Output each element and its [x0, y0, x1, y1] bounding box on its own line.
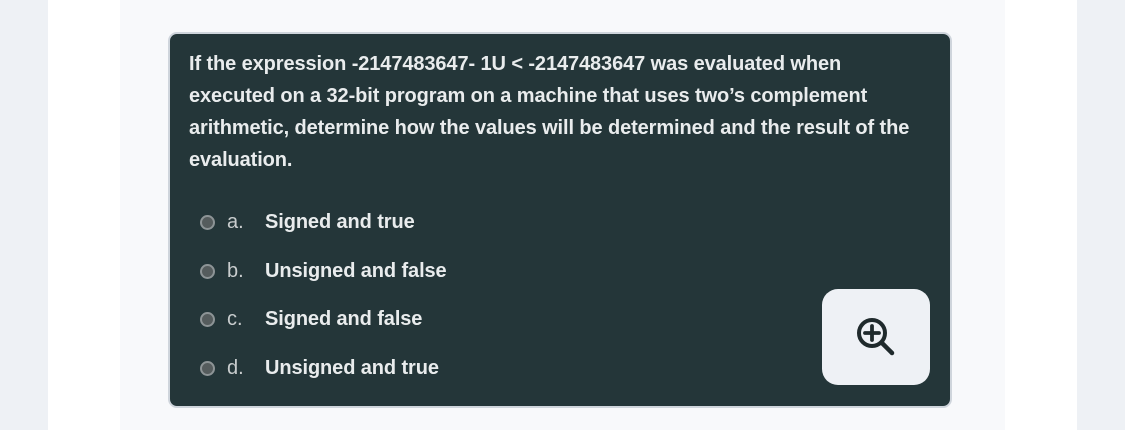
option-a[interactable]: a. Signed and true — [200, 207, 415, 237]
option-d[interactable]: d. Unsigned and true — [200, 353, 439, 383]
option-b[interactable]: b. Unsigned and false — [200, 256, 447, 286]
radio-button-b[interactable] — [200, 263, 215, 279]
question-text: If the expression -2147483647- 1U < -214… — [189, 53, 910, 171]
radio-button-c[interactable] — [200, 311, 215, 327]
radio-button-a[interactable] — [200, 214, 215, 230]
zoom-button[interactable] — [822, 289, 930, 385]
option-label-b: Unsigned and false — [265, 259, 447, 282]
option-label-c: Signed and false — [265, 307, 423, 330]
question-card: If the expression -2147483647- 1U < -214… — [168, 32, 952, 408]
option-letter-c: c. — [227, 307, 243, 330]
option-label-a: Signed and true — [265, 210, 415, 233]
option-letter-a: a. — [227, 210, 244, 233]
option-letter-b: b. — [227, 259, 244, 282]
radio-button-d[interactable] — [200, 360, 215, 376]
option-letter-d: d. — [227, 356, 244, 379]
option-c[interactable]: c. Signed and false — [200, 304, 422, 334]
option-label-d: Unsigned and true — [265, 356, 439, 379]
zoom-in-icon — [857, 318, 895, 356]
